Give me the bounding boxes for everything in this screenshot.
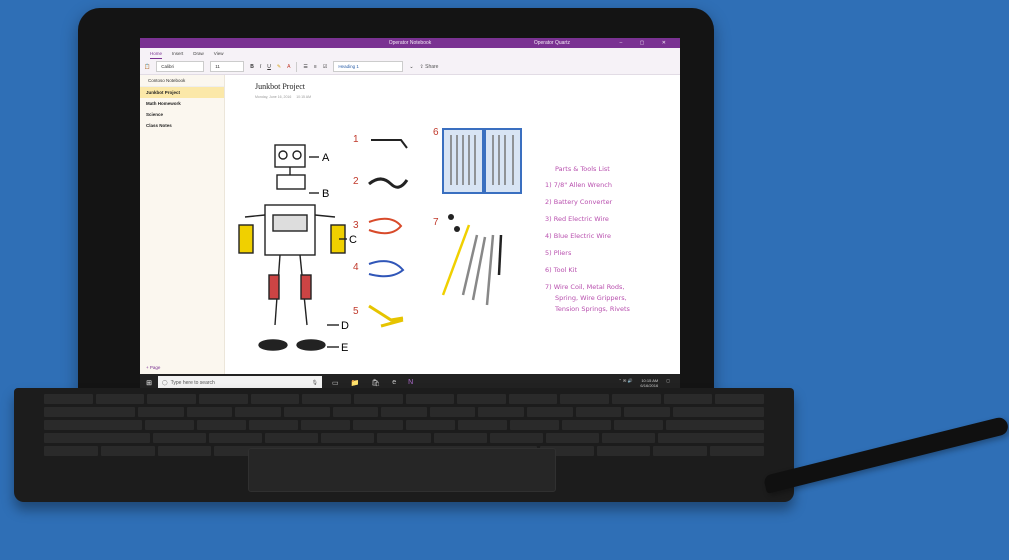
section-math[interactable]: Math Homework <box>140 98 224 109</box>
clock[interactable]: 10:15 AM 6/16/2016 <box>640 378 658 388</box>
onenote-icon[interactable]: N <box>408 379 413 387</box>
italic-icon[interactable]: I <box>260 64 261 70</box>
label-e: E <box>341 342 348 354</box>
cortana-icon: ◯ <box>162 380 168 386</box>
share-label: Share <box>425 63 439 70</box>
parts-item-2: 2) Battery Converter <box>545 198 613 206</box>
bullets-icon[interactable]: ☰ <box>303 64 307 70</box>
file-explorer-icon[interactable]: 📁 <box>351 379 360 387</box>
label-d: D <box>341 320 349 332</box>
tab-insert[interactable]: Insert <box>172 48 183 59</box>
tool-number-7: 7 <box>433 217 439 228</box>
add-page-button[interactable]: + Page <box>146 365 160 370</box>
edge-icon[interactable]: e <box>392 379 396 387</box>
highlight-icon[interactable]: ✎ <box>277 64 281 70</box>
surface-pen <box>762 415 1009 494</box>
share-button[interactable]: ⇪ Share <box>420 64 439 70</box>
tools-drawing: 1 2 3 4 5 <box>353 134 409 328</box>
parts-item-7: 7) Wire Coil, Metal Rods, <box>545 283 625 291</box>
parts-item-4: 4) Blue Electric Wire <box>545 232 611 240</box>
parts-heading: Parts & Tools List <box>555 165 610 173</box>
style-dropdown[interactable]: Heading 1 <box>333 61 404 72</box>
section-pane: Contoso Notebook Junkbot Project Math Ho… <box>140 75 225 374</box>
taskbar-apps: ▭ 📁 🛍 e N <box>332 379 413 387</box>
tool-number-1: 1 <box>353 134 359 145</box>
parts-item-1: 1) 7/8" Allen Wrench <box>545 181 612 189</box>
notifications-icon[interactable]: ▢ <box>666 378 670 388</box>
robot-drawing: A B C D E <box>238 144 357 354</box>
paste-icon[interactable]: 📋 <box>144 64 150 70</box>
onenote-window: Operator Notebook Operator Quartz – ▢ ✕ … <box>140 38 680 392</box>
window-title: Operator Notebook <box>388 40 432 46</box>
page-time-text: 10:15 AM <box>296 95 311 99</box>
chevron-down-icon[interactable]: ⌄ <box>409 64 413 70</box>
tool-number-4: 4 <box>353 262 359 273</box>
title-bar: Operator Notebook Operator Quartz – ▢ ✕ <box>140 38 680 48</box>
ribbon-divider <box>296 61 298 72</box>
workspace: Contoso Notebook Junkbot Project Math Ho… <box>140 75 680 374</box>
bold-icon[interactable]: B <box>250 64 254 70</box>
tool-number-2: 2 <box>353 176 359 187</box>
ribbon-tabs: Home Insert Draw View <box>140 48 680 59</box>
touchpad[interactable] <box>248 448 556 492</box>
font-name-box[interactable]: Calibri <box>156 61 205 72</box>
section-science[interactable]: Science <box>140 109 224 120</box>
font-color-icon[interactable]: A <box>287 64 290 70</box>
toolkit-drawing: 6 7 <box>433 127 522 306</box>
parts-list[interactable]: Parts & Tools List 1) 7/8" Allen Wrench … <box>545 165 630 322</box>
tab-draw[interactable]: Draw <box>193 48 204 59</box>
page-title[interactable]: Junkbot Project <box>255 82 305 91</box>
ribbon-toolbar: 📋 Calibri 11 B I U ✎ A ☰ ≡ ☑ Heading 1 ⌄… <box>140 59 680 75</box>
parts-item-3: 3) Red Electric Wire <box>545 215 609 223</box>
store-icon[interactable]: 🛍 <box>371 379 380 387</box>
page-date: Monday, June 16, 2016 10:15 AM <box>255 95 311 99</box>
parts-item-7-cont: Spring, Wire Grippers, <box>555 294 627 302</box>
task-view-icon[interactable]: ▭ <box>332 379 339 387</box>
system-tray: ⌃ ✉ 🔊 10:15 AM 6/16/2016 ▢ <box>619 378 670 388</box>
keys <box>43 394 765 456</box>
parts-item-6: 6) Tool Kit <box>545 266 578 274</box>
note-page[interactable]: Junkbot Project Monday, June 16, 2016 10… <box>225 75 680 374</box>
parts-item-7-cont2: Tension Springs, Rivets <box>555 305 630 313</box>
checkbox-icon[interactable]: ☑ <box>323 64 327 70</box>
type-cover-keyboard <box>14 388 794 502</box>
search-placeholder: Type here to search <box>170 380 215 386</box>
page-date-text: Monday, June 16, 2016 <box>255 95 292 99</box>
tab-view[interactable]: View <box>214 48 224 59</box>
tool-number-5: 5 <box>353 306 359 317</box>
label-a: A <box>322 152 330 164</box>
underline-icon[interactable]: U <box>267 64 271 70</box>
tray-icons[interactable]: ⌃ ✉ 🔊 <box>619 378 633 388</box>
parts-item-5: 5) Pliers <box>545 249 572 257</box>
tool-number-6: 6 <box>433 127 439 138</box>
numbering-icon[interactable]: ≡ <box>314 64 317 70</box>
windows-start-icon[interactable]: ⊞ <box>140 379 158 387</box>
label-b: B <box>322 188 329 200</box>
window-controls[interactable]: – ▢ ✕ <box>620 38 674 48</box>
user-name[interactable]: Operator Quartz <box>534 38 570 48</box>
section-class-notes[interactable]: Class Notes <box>140 120 224 131</box>
tool-number-3: 3 <box>353 220 359 231</box>
notebook-name[interactable]: Contoso Notebook <box>140 75 224 87</box>
section-junkbot[interactable]: Junkbot Project <box>140 87 224 98</box>
tab-home[interactable]: Home <box>150 48 163 59</box>
microphone-icon[interactable]: 🎙 <box>312 380 318 386</box>
font-size-box[interactable]: 11 <box>210 61 245 72</box>
